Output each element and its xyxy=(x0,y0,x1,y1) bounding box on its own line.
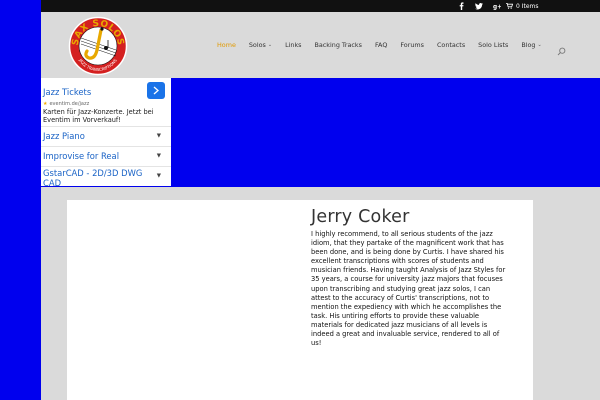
nav-item-solo-lists[interactable]: Solo Lists xyxy=(478,41,508,49)
ad-link-jazz-piano[interactable]: Jazz Piano ▼ xyxy=(41,126,171,146)
ad-panel: Jazz Tickets ★ eventim.de/jazz Karten fü… xyxy=(41,78,171,188)
nav-item-home[interactable]: Home xyxy=(217,41,236,49)
nav-item-blog[interactable]: Blog ⌄ xyxy=(521,41,541,49)
cart-icon xyxy=(506,3,513,9)
nav-item-contacts[interactable]: Contacts xyxy=(437,41,465,49)
nav-item-faq[interactable]: FAQ xyxy=(375,41,387,49)
search-icon[interactable] xyxy=(557,41,566,55)
cart-label: 0 Items xyxy=(516,2,539,10)
social-icons: g+ xyxy=(457,0,501,12)
site-logo[interactable]: SAX SOLOS JAZZ TRANSCRIPTIONS xyxy=(68,16,128,76)
sax-logo-icon: SAX SOLOS JAZZ TRANSCRIPTIONS xyxy=(68,16,128,76)
chevron-down-icon: ▼ xyxy=(156,153,161,159)
chevron-down-icon: ⌄ xyxy=(267,42,273,48)
testimonial-card: Jerry Coker I highly recommend, to all s… xyxy=(67,200,533,400)
chevron-down-icon: ▼ xyxy=(156,133,161,139)
top-bar: g+ 0 Items xyxy=(41,0,600,12)
nav-item-links[interactable]: Links xyxy=(285,41,301,49)
ad-link-label: Improvise for Real xyxy=(43,151,120,161)
content-section: Jerry Coker I highly recommend, to all s… xyxy=(41,187,600,400)
main-nav: Home Solos ⌄ Links Backing Tracks FAQ For… xyxy=(217,12,566,78)
chevron-down-icon: ▼ xyxy=(156,173,161,179)
google-plus-icon[interactable]: g+ xyxy=(493,2,501,10)
star-icon: ★ xyxy=(43,101,48,107)
nav-item-backing-tracks[interactable]: Backing Tracks xyxy=(314,41,361,49)
svg-text:g+: g+ xyxy=(493,4,501,9)
nav-item-forums[interactable]: Forums xyxy=(400,41,424,49)
chevron-right-icon xyxy=(153,86,159,95)
ad-url-text: eventim.de/jazz xyxy=(49,101,90,107)
ad-title[interactable]: Jazz Tickets xyxy=(43,87,91,97)
facebook-icon[interactable] xyxy=(457,2,465,10)
ad-open-button[interactable] xyxy=(147,82,165,99)
twitter-icon[interactable] xyxy=(475,2,483,10)
testimonial: Jerry Coker I highly recommend, to all s… xyxy=(311,206,511,348)
ad-description: Karten für Jazz-Konzerte. Jetzt bei Even… xyxy=(43,108,154,124)
ad-link-label: Jazz Piano xyxy=(43,131,85,141)
ad-link-gstarcad[interactable]: GstarCAD - 2D/3D DWG CAD ▼ xyxy=(41,166,171,188)
ad-url[interactable]: ★ eventim.de/jazz xyxy=(43,101,89,107)
ad-jazz-tickets[interactable]: Jazz Tickets ★ eventim.de/jazz Karten fü… xyxy=(41,78,171,126)
ad-link-label: GstarCAD - 2D/3D DWG CAD xyxy=(43,168,143,188)
nav-item-solos[interactable]: Solos ⌄ xyxy=(249,41,272,49)
site-header: SAX SOLOS JAZZ TRANSCRIPTIONS Home Solos… xyxy=(41,12,600,78)
cart-link[interactable]: 0 Items xyxy=(506,0,539,12)
testimonial-text: I highly recommend, to all serious stude… xyxy=(311,230,506,348)
ad-link-improvise-for-real[interactable]: Improvise for Real ▼ xyxy=(41,146,171,166)
chevron-down-icon: ⌄ xyxy=(537,42,542,48)
testimonial-author: Jerry Coker xyxy=(311,207,410,227)
